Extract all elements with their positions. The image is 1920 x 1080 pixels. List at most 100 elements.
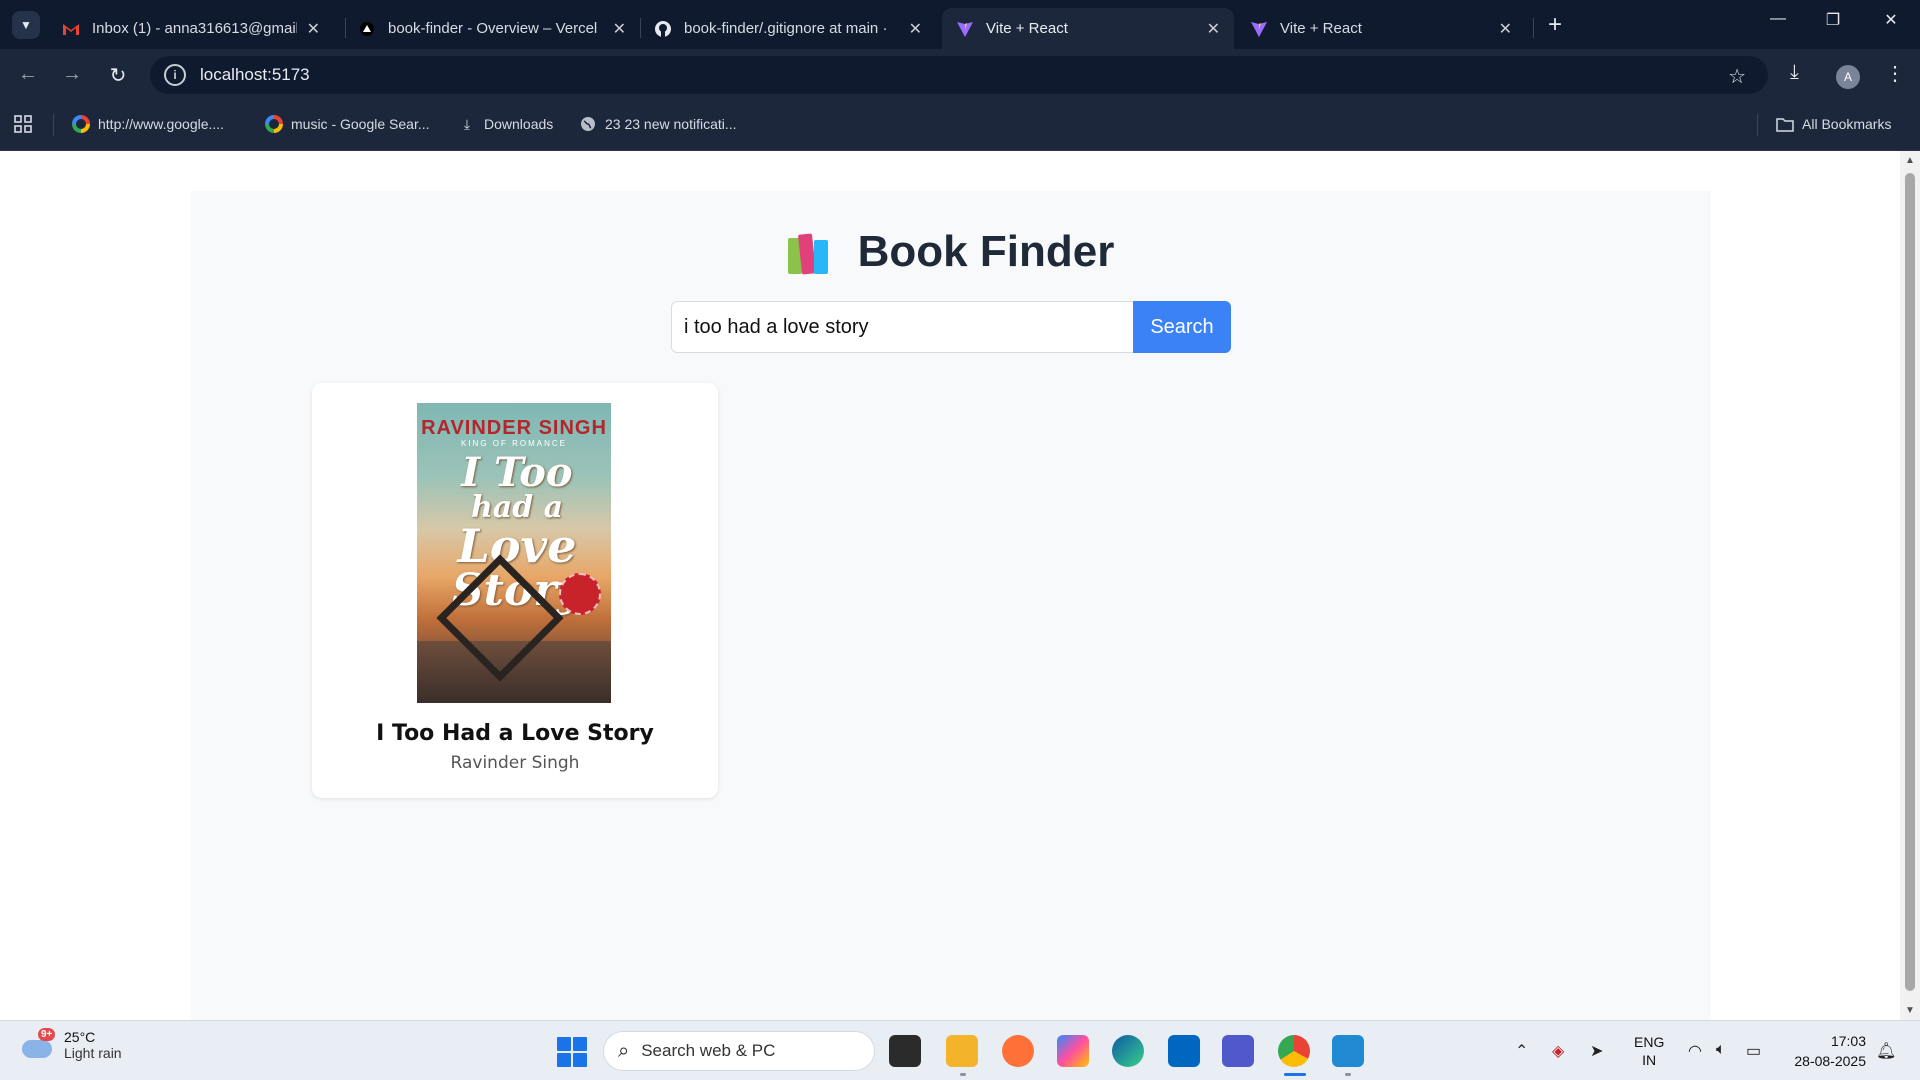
gmail-icon xyxy=(62,20,80,38)
browser-toolbar: ← → ↻ i localhost:5173 ☆ ⤓ ⋮ xyxy=(0,49,1920,101)
search-button[interactable]: Search xyxy=(1133,301,1231,353)
scroll-up-icon[interactable]: ▲ xyxy=(1905,155,1915,166)
menu-button[interactable]: ⋮ xyxy=(1885,61,1905,86)
clock[interactable]: 17:03 28-08-2025 xyxy=(1786,1031,1866,1071)
back-arrow-icon: ← xyxy=(18,63,38,85)
taskbar-search-text: Search web & PC xyxy=(641,1041,776,1060)
book-author: Ravinder Singh xyxy=(450,753,580,773)
tab-gmail[interactable]: Inbox (1) - anna316613@gmail.c ✕ xyxy=(48,8,334,49)
reload-button[interactable]: ↻ xyxy=(104,63,132,88)
weather-temp: 25°C xyxy=(64,1029,96,1045)
restore-icon: ❐ xyxy=(1825,12,1841,29)
edge-icon[interactable] xyxy=(1112,1035,1144,1067)
teams-icon[interactable] xyxy=(1222,1035,1254,1067)
downloads-button[interactable]: ⤓ xyxy=(1790,61,1799,84)
book-card[interactable]: RAVINDER SINGH KING OF ROMANCE I Too had… xyxy=(312,383,718,798)
download-icon: ⤓ xyxy=(1790,61,1799,83)
rain-cloud-icon: 9+ xyxy=(20,1028,56,1060)
bookmark-notifications[interactable]: 23 23 new notificati... xyxy=(579,115,737,133)
language-indicator[interactable]: ENG IN xyxy=(1634,1033,1664,1069)
new-tab-button[interactable]: + xyxy=(1540,11,1570,39)
download-icon: ⤓ xyxy=(463,115,471,132)
apps-button[interactable] xyxy=(14,115,40,133)
bookmark-downloads[interactable]: ⤓ Downloads xyxy=(458,115,553,133)
notification-badge: 9+ xyxy=(38,1028,56,1041)
url-text[interactable]: localhost:5173 xyxy=(200,65,310,85)
tab-vite[interactable]: Vite + React ✕ xyxy=(1236,8,1526,49)
vite-icon xyxy=(1250,20,1268,38)
scroll-down-icon[interactable]: ▼ xyxy=(1905,1005,1915,1016)
task-view-icon[interactable] xyxy=(889,1035,921,1067)
tab-vercel[interactable]: book-finder - Overview – Vercel ✕ xyxy=(344,8,640,49)
cover-author-text: RAVINDER SINGH xyxy=(421,417,607,439)
language-code: ENG xyxy=(1634,1034,1665,1050)
tab-title: book-finder - Overview – Vercel xyxy=(388,20,598,37)
tab-github[interactable]: book-finder/.gitignore at main · ✕ xyxy=(640,8,936,49)
taskbar-search[interactable]: ⌕ Search web & PC xyxy=(603,1031,875,1071)
close-icon[interactable]: ✕ xyxy=(1207,19,1220,39)
chrome-icon[interactable] xyxy=(1278,1035,1310,1067)
all-bookmarks-button[interactable]: All Bookmarks xyxy=(1776,115,1891,133)
chevron-down-icon: ▼ xyxy=(20,18,32,32)
page-viewport: Book Finder Search RAVINDER SINGH KING O… xyxy=(0,151,1900,1020)
volume-icon[interactable]: 🔈︎ xyxy=(1716,1041,1726,1059)
taskbar: 9+ 25°C Light rain ⌕ Search web & PC ⌃ ◈… xyxy=(0,1020,1920,1080)
tab-search-button[interactable]: ▼ xyxy=(12,11,40,39)
vscode-icon[interactable] xyxy=(1332,1035,1364,1067)
bookmark-separator xyxy=(53,114,54,136)
github-icon xyxy=(654,20,672,38)
clock-date: 28-08-2025 xyxy=(1794,1053,1866,1069)
search-input[interactable] xyxy=(671,301,1133,353)
back-button[interactable]: ← xyxy=(14,63,42,86)
app-indicator xyxy=(960,1073,966,1076)
app-container: Book Finder Search RAVINDER SINGH KING O… xyxy=(191,191,1711,1020)
bookmark-star-icon[interactable]: ☆ xyxy=(1728,64,1746,89)
notification-bell-icon[interactable]: 🔔︎ xyxy=(1876,1041,1896,1061)
scrollbar-thumb[interactable] xyxy=(1905,173,1915,991)
app-indicator xyxy=(1345,1073,1351,1076)
tab-vite-active[interactable]: Vite + React ✕ xyxy=(942,8,1234,49)
apps-grid-icon xyxy=(14,115,32,133)
page-scrollbar[interactable]: ▲ ▼ xyxy=(1900,151,1920,1020)
tab-title: Inbox (1) - anna316613@gmail.c xyxy=(92,20,297,37)
tab-title: Vite + React xyxy=(986,20,1068,37)
restore-button[interactable]: ❐ xyxy=(1813,10,1853,30)
tab-separator xyxy=(1533,18,1534,38)
chevron-up-icon[interactable]: ⌃ xyxy=(1515,1041,1528,1061)
site-info-icon[interactable]: i xyxy=(164,64,186,86)
address-bar[interactable]: i localhost:5173 ☆ xyxy=(150,56,1768,94)
forward-button[interactable]: → xyxy=(58,63,86,86)
bookmark-label: All Bookmarks xyxy=(1802,116,1892,132)
bookmark-music[interactable]: music - Google Sear... xyxy=(265,115,430,133)
start-button[interactable] xyxy=(557,1037,587,1067)
minimize-button[interactable]: — xyxy=(1758,10,1798,28)
copilot-icon[interactable] xyxy=(1057,1035,1089,1067)
firefox-icon[interactable] xyxy=(1002,1035,1034,1067)
tray-app-icon[interactable]: ◈ xyxy=(1552,1041,1564,1061)
profile-avatar[interactable]: A xyxy=(1836,65,1860,89)
cover-script-line: Love xyxy=(457,519,577,573)
weather-condition: Light rain xyxy=(64,1045,122,1061)
plus-icon: + xyxy=(1547,11,1562,38)
region-code: IN xyxy=(1642,1052,1657,1068)
close-icon[interactable]: ✕ xyxy=(613,19,626,39)
bookmark-label: 23 23 new notificati... xyxy=(605,116,737,132)
close-window-button[interactable]: ✕ xyxy=(1871,10,1911,30)
bookmark-label: music - Google Sear... xyxy=(291,116,430,132)
close-icon[interactable]: ✕ xyxy=(307,19,320,39)
weather-widget[interactable]: 9+ 25°C Light rain xyxy=(20,1028,122,1061)
app-indicator-active xyxy=(1284,1073,1306,1076)
store-icon[interactable] xyxy=(1168,1035,1200,1067)
bookmark-label: Downloads xyxy=(484,116,554,132)
file-explorer-icon[interactable] xyxy=(946,1035,978,1067)
wifi-icon[interactable]: ◠ xyxy=(1688,1041,1702,1061)
book-title: I Too Had a Love Story xyxy=(376,721,654,746)
bookmarks-bar: http://www.google.... music - Google Sea… xyxy=(0,101,1920,151)
close-icon[interactable]: ✕ xyxy=(1499,19,1512,39)
battery-icon[interactable]: ▭ xyxy=(1746,1041,1761,1061)
close-icon[interactable]: ✕ xyxy=(909,19,922,39)
close-icon: ✕ xyxy=(1884,12,1898,29)
bookmark-google[interactable]: http://www.google.... xyxy=(72,115,224,133)
page-title-text: Book Finder xyxy=(857,227,1115,276)
location-icon[interactable]: ➤ xyxy=(1590,1041,1603,1061)
